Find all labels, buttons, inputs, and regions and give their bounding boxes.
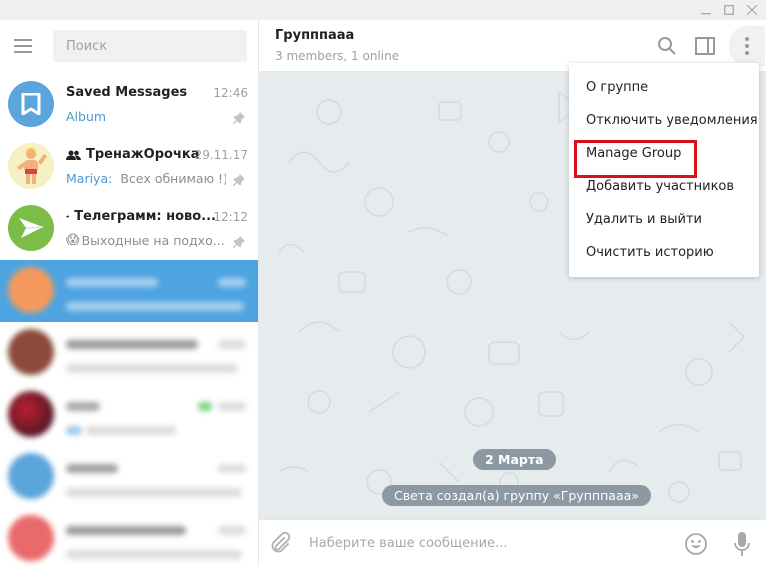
chat-last-message: Album <box>66 109 107 124</box>
minimize-button[interactable] <box>695 0 717 20</box>
hamburger-icon <box>14 39 32 41</box>
avatar <box>8 267 54 313</box>
menu-item-mute-notifications[interactable]: Отключить уведомления <box>569 104 759 137</box>
group-options-menu: О группе Отключить уведомления Manage Gr… <box>569 63 759 277</box>
more-vertical-icon <box>745 37 749 55</box>
attach-button[interactable] <box>269 531 291 558</box>
chat-item-telegram-news[interactable]: Телеграмм: ново... 12:12 😱 Выходные на по… <box>0 198 258 260</box>
menu-item-group-info[interactable]: О группе <box>569 71 759 104</box>
search-icon <box>658 37 676 55</box>
info-panel-button[interactable] <box>693 34 717 58</box>
menu-item-manage-group[interactable]: Manage Group <box>569 137 759 178</box>
close-button[interactable] <box>741 0 763 20</box>
avatar <box>8 81 54 127</box>
title-bar <box>0 0 766 20</box>
paper-plane-icon <box>19 218 44 238</box>
message-composer <box>259 519 766 566</box>
menu-item-add-members[interactable]: Добавить участников <box>569 170 759 203</box>
chat-time: 29.11.17 <box>194 148 248 162</box>
maximize-icon <box>724 5 734 15</box>
chat-item-blurred[interactable] <box>0 446 258 508</box>
microphone-icon <box>734 532 750 556</box>
smiley-icon <box>685 533 707 555</box>
emoji-button[interactable] <box>684 532 708 560</box>
more-options-button[interactable] <box>729 26 765 66</box>
megaphone-icon <box>66 215 69 218</box>
chat-item-blurred[interactable] <box>0 508 258 566</box>
minimize-icon <box>701 13 711 15</box>
chat-name: Saved Messages <box>66 85 188 100</box>
maximize-button[interactable] <box>718 0 740 20</box>
avatar <box>8 391 54 437</box>
chat-name: Телеграмм: ново... <box>66 209 216 224</box>
avatar <box>8 515 54 561</box>
service-message: Света создал(а) группу «Групппааа» <box>382 485 651 506</box>
chat-name: ТренажОрочка <box>66 147 200 162</box>
strongman-avatar-icon <box>17 148 47 184</box>
chat-item-trenazh-orochka[interactable]: ТренажОрочка 29.11.17 Mariya: Всех обним… <box>0 136 258 198</box>
menu-item-delete-and-leave[interactable]: Удалить и выйти <box>569 203 759 236</box>
avatar <box>8 329 54 375</box>
search-input[interactable] <box>53 30 247 62</box>
close-icon <box>747 5 757 15</box>
hamburger-menu-button[interactable] <box>14 39 36 55</box>
chat-time: 12:12 <box>213 210 248 224</box>
avatar <box>8 205 54 251</box>
paperclip-icon <box>271 531 291 553</box>
chat-item-active-blurred[interactable] <box>0 260 258 322</box>
group-icon <box>66 150 81 160</box>
chat-last-message: Mariya: Всех обнимаю !))) <box>66 171 226 186</box>
pin-icon <box>233 174 245 186</box>
bookmark-icon <box>21 93 41 115</box>
message-input[interactable] <box>309 530 669 556</box>
menu-item-clear-history[interactable]: Очистить историю <box>569 236 759 269</box>
chat-members-status: 3 members, 1 online <box>275 49 400 63</box>
pin-icon <box>233 236 245 248</box>
chat-item-saved-messages[interactable]: Saved Messages 12:46 Album <box>0 74 258 136</box>
screaming-emoji-icon: 😱 <box>66 233 80 248</box>
chat-title[interactable]: Групппааа <box>275 28 354 43</box>
date-separator: 2 Марта <box>473 449 556 470</box>
search-button[interactable] <box>655 34 679 58</box>
voice-record-button[interactable] <box>734 531 750 561</box>
chat-list: Saved Messages 12:46 Album ТренажОрочка … <box>0 74 258 566</box>
pin-icon <box>233 112 245 124</box>
avatar <box>8 143 54 189</box>
avatar <box>8 453 54 499</box>
chat-item-blurred[interactable] <box>0 322 258 384</box>
chat-time: 12:46 <box>213 86 248 100</box>
sidebar: Saved Messages 12:46 Album <box>0 20 258 566</box>
sidebar-panel-icon <box>695 37 715 55</box>
chat-item-blurred[interactable] <box>0 384 258 446</box>
telegram-window: Saved Messages 12:46 Album <box>0 0 766 566</box>
chat-last-message: 😱 Выходные на подхо... <box>66 233 225 248</box>
